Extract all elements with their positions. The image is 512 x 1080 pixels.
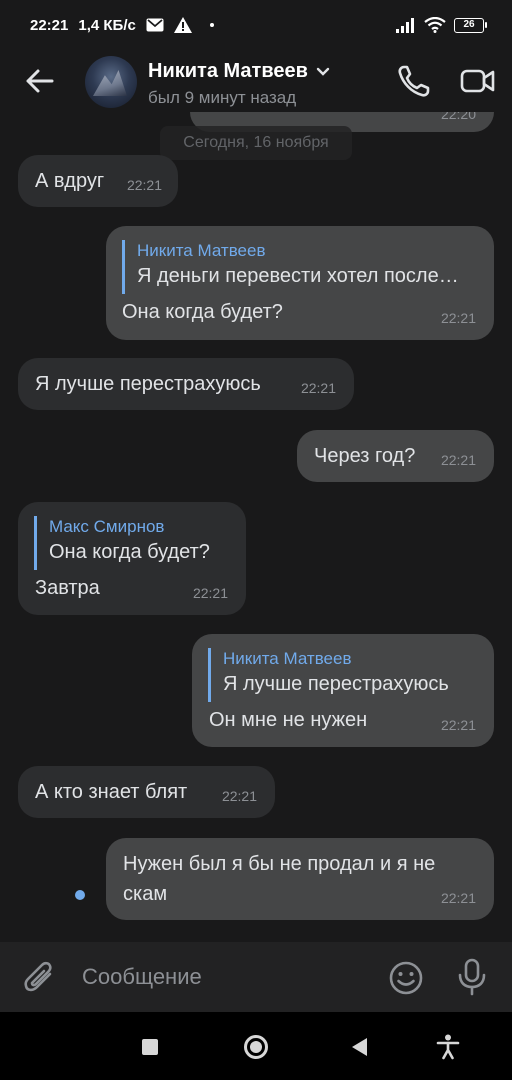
accessibility-icon[interactable] [436, 1034, 460, 1060]
message-incoming[interactable]: А вдруг 22:21 [18, 155, 178, 207]
network-speed: 1,4 КБ/с [78, 16, 136, 34]
message-text: Он мне не нужен [209, 709, 368, 731]
avatar[interactable] [85, 56, 137, 108]
status-time: 22:21 [30, 16, 69, 34]
message-time: 22:21 [221, 788, 257, 804]
wifi-icon [424, 17, 446, 33]
unread-indicator [75, 890, 85, 900]
reply-text: Я деньги перевести хотел после… [137, 265, 459, 287]
message-outgoing[interactable]: Нужен был я бы не продал и я не скам 22:… [106, 838, 494, 920]
reply-text: Я лучше перестрахуюсь [223, 673, 449, 695]
message-text-line2: скам [123, 883, 168, 905]
phone-icon[interactable] [396, 63, 432, 99]
reply-author: Никита Матвеев [137, 241, 266, 260]
back-arrow-icon[interactable] [22, 64, 56, 98]
message-time: 22:21 [440, 890, 476, 906]
message-incoming[interactable]: Макс Смирнов Она когда будет? Завтра 22:… [18, 502, 246, 615]
message-time: 22:21 [440, 310, 476, 326]
chevron-down-icon [316, 67, 330, 76]
message-composer [0, 942, 512, 1012]
contact-name[interactable]: Никита Матвеев [148, 60, 330, 83]
date-separator: Сегодня, 16 ноября [160, 126, 352, 160]
message-text: А кто знает блят [35, 781, 188, 803]
reply-author: Никита Матвеев [223, 649, 352, 668]
reply-author: Макс Смирнов [49, 517, 165, 536]
signal-icon [396, 18, 414, 33]
message-text: Завтра [35, 577, 100, 599]
message-time: 22:21 [300, 380, 336, 396]
message-outgoing[interactable]: Никита Матвеев Я деньги перевести хотел … [106, 226, 494, 340]
chat-header: Никита Матвеев был 9 минут назад [0, 50, 512, 112]
home-icon[interactable] [244, 1035, 268, 1059]
message-text: Через год? [314, 445, 416, 467]
warning-icon [173, 17, 192, 33]
reply-quote[interactable]: Макс Смирнов Она когда будет? [34, 516, 229, 570]
reply-quote[interactable]: Никита Матвеев Я лучше перестрахуюсь [208, 648, 480, 702]
status-bar: 22:21 1,4 КБ/с 26 [0, 0, 512, 50]
recent-apps-icon[interactable] [142, 1039, 158, 1055]
message-time: 22:21 [440, 452, 476, 468]
reply-quote[interactable]: Никита Матвеев Я деньги перевести хотел … [122, 240, 477, 294]
video-camera-icon[interactable] [460, 65, 496, 97]
message-time: 22:21 [440, 717, 476, 733]
message-time: 22:21 [126, 177, 162, 193]
system-navigation-bar [0, 1012, 512, 1080]
message-list[interactable]: 22:20 Сегодня, 16 ноября А вдруг 22:21 Н… [0, 112, 512, 942]
message-text: Я лучше перестрахуюсь [35, 373, 261, 395]
contact-name-text: Никита Матвеев [148, 60, 308, 82]
contact-last-seen: был 9 минут назад [148, 88, 297, 107]
message-outgoing[interactable]: Через год? 22:21 [297, 430, 494, 482]
message-input[interactable] [82, 960, 372, 994]
mail-icon [146, 18, 164, 32]
message-time: 22:20 [440, 112, 476, 122]
notification-dot-icon [209, 23, 214, 27]
message-text: А вдруг [35, 170, 105, 192]
nav-back-icon[interactable] [352, 1038, 367, 1056]
message-outgoing[interactable]: Никита Матвеев Я лучше перестрахуюсь Он … [192, 634, 494, 747]
message-incoming[interactable]: Я лучше перестрахуюсь 22:21 [18, 358, 354, 410]
microphone-icon[interactable] [456, 958, 488, 996]
reply-text: Она когда будет? [49, 541, 210, 563]
message-text: Она когда будет? [122, 301, 283, 323]
emoji-icon[interactable] [388, 960, 424, 996]
message-text-line1: Нужен был я бы не продал и я не [123, 853, 436, 875]
battery-icon: 26 [454, 17, 487, 33]
message-incoming[interactable]: А кто знает блят 22:21 [18, 766, 275, 818]
message-time: 22:21 [192, 585, 228, 601]
paperclip-icon[interactable] [22, 958, 58, 996]
